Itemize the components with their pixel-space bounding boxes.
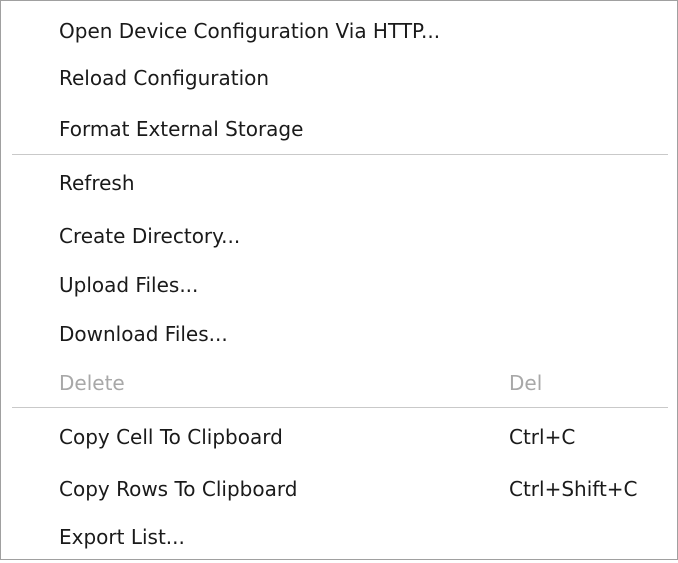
menu-item-format-external-storage[interactable]: Format External Storage: [2, 103, 676, 155]
menu-item-download-files[interactable]: Download Files...: [2, 308, 676, 360]
menu-item-label: Open Device Configuration Via HTTP...: [59, 19, 441, 43]
menu-item-upload-files[interactable]: Upload Files...: [2, 259, 676, 311]
menu-separator: [12, 407, 668, 408]
menu-item-refresh[interactable]: Refresh: [2, 157, 676, 209]
menu-item-copy-rows-to-clipboard[interactable]: Copy Rows To Clipboard Ctrl+Shift+C: [2, 463, 676, 515]
menu-item-label: Delete: [59, 371, 125, 395]
menu-item-shortcut: Del: [509, 371, 543, 395]
menu-separator: [12, 154, 668, 155]
menu-item-label: Copy Cell To Clipboard: [59, 425, 283, 449]
menu-item-label: Format External Storage: [59, 117, 304, 141]
menu-item-shortcut: Ctrl+C: [509, 425, 576, 449]
menu-item-label: Refresh: [59, 171, 135, 195]
menu-item-shortcut: Ctrl+Shift+C: [509, 477, 638, 501]
menu-item-reload-configuration[interactable]: Reload Configuration: [2, 52, 676, 104]
menu-item-open-device-configuration[interactable]: Open Device Configuration Via HTTP...: [2, 5, 676, 57]
menu-item-label: Download Files...: [59, 322, 228, 346]
menu-item-export-list[interactable]: Export List...: [2, 511, 676, 563]
menu-item-label: Copy Rows To Clipboard: [59, 477, 298, 501]
menu-item-label: Create Directory...: [59, 224, 241, 248]
menu-item-create-directory[interactable]: Create Directory...: [2, 210, 676, 262]
context-menu: Open Device Configuration Via HTTP... Re…: [0, 0, 678, 560]
menu-item-delete: Delete Del: [2, 357, 676, 409]
menu-item-copy-cell-to-clipboard[interactable]: Copy Cell To Clipboard Ctrl+C: [2, 411, 676, 463]
menu-item-label: Reload Configuration: [59, 66, 270, 90]
menu-item-label: Export List...: [59, 525, 185, 549]
menu-item-label: Upload Files...: [59, 273, 199, 297]
